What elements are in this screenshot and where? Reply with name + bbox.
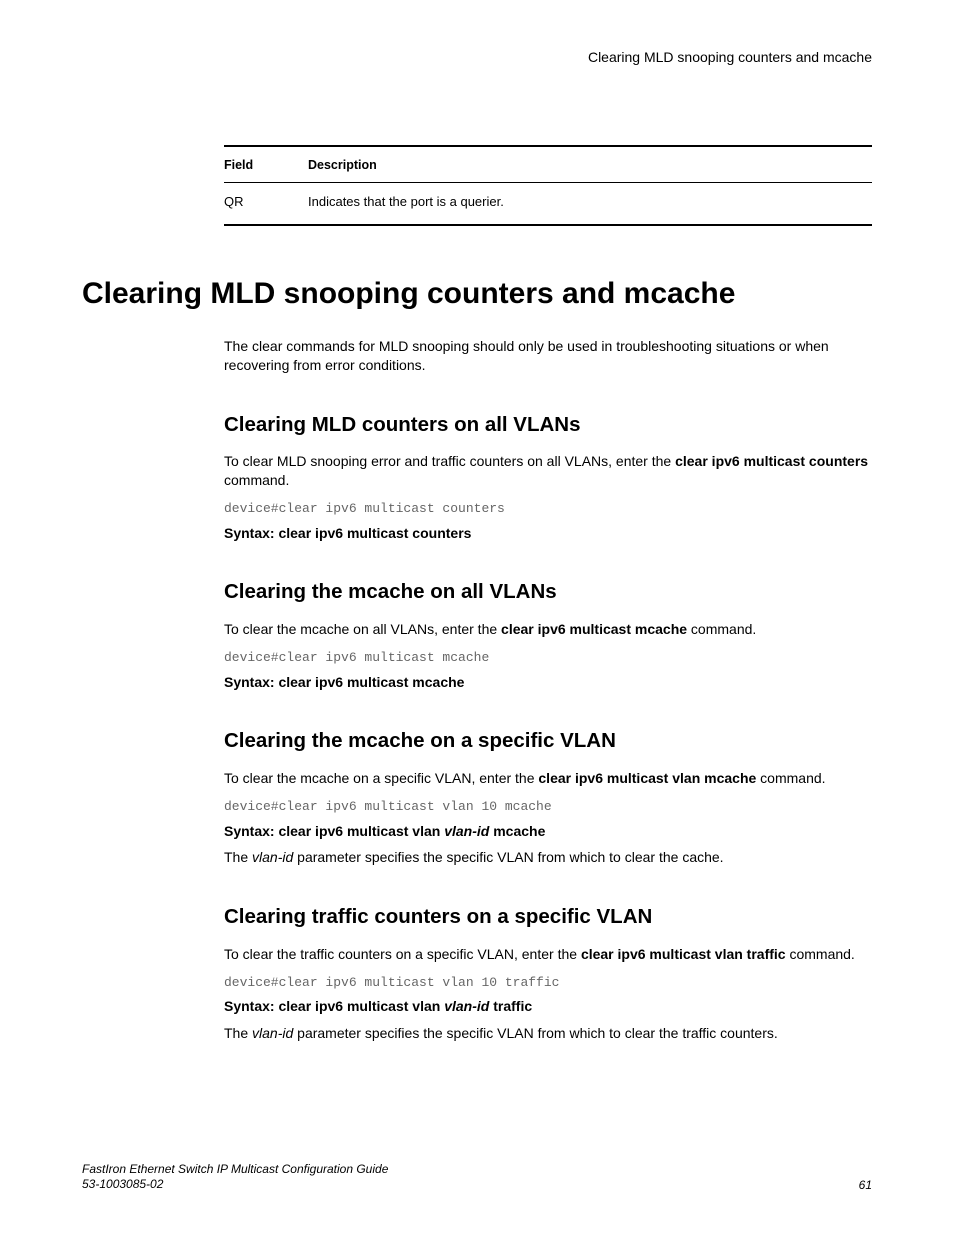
syntax-suffix: traffic (489, 998, 532, 1014)
text: To clear the mcache on a specific VLAN, … (224, 770, 538, 786)
th-field: Field (224, 157, 308, 174)
paragraph: The vlan-id parameter specifies the spec… (224, 848, 872, 867)
paragraph: To clear the mcache on all VLANs, enter … (224, 620, 872, 639)
text: parameter specifies the specific VLAN fr… (293, 1025, 778, 1041)
param-name: vlan-id (252, 1025, 293, 1041)
command-name: clear ipv6 multicast mcache (501, 621, 687, 637)
paragraph: The vlan-id parameter specifies the spec… (224, 1024, 872, 1043)
code-block: device#clear ipv6 multicast mcache (224, 649, 872, 667)
text: To clear the mcache on all VLANs, enter … (224, 621, 501, 637)
code-block: device#clear ipv6 multicast counters (224, 500, 872, 518)
section-title: Clearing the mcache on all VLANs (224, 578, 872, 606)
section-title: Clearing MLD counters on all VLANs (224, 411, 872, 439)
syntax-prefix: Syntax: clear ipv6 multicast vlan (224, 998, 444, 1014)
section-title: Clearing traffic counters on a specific … (224, 903, 872, 931)
text: parameter specifies the specific VLAN fr… (293, 849, 723, 865)
page-footer: FastIron Ethernet Switch IP Multicast Co… (82, 1162, 872, 1193)
syntax-line: Syntax: clear ipv6 multicast vlan vlan-i… (224, 997, 872, 1016)
text: The (224, 849, 252, 865)
text: command. (756, 770, 825, 786)
paragraph: To clear the mcache on a specific VLAN, … (224, 769, 872, 788)
text: To clear MLD snooping error and traffic … (224, 453, 675, 469)
running-header: Clearing MLD snooping counters and mcach… (82, 48, 872, 67)
text: command. (786, 946, 855, 962)
body: The clear commands for MLD snooping shou… (224, 337, 872, 1043)
command-name: clear ipv6 multicast counters (675, 453, 868, 469)
td-field: QR (224, 193, 308, 211)
page-title: Clearing MLD snooping counters and mcach… (82, 274, 872, 315)
th-description: Description (308, 157, 872, 174)
text: The (224, 1025, 252, 1041)
syntax-param: vlan-id (444, 823, 489, 839)
intro-paragraph: The clear commands for MLD snooping shou… (224, 337, 872, 375)
syntax-suffix: mcache (489, 823, 545, 839)
syntax-line: Syntax: clear ipv6 multicast vlan vlan-i… (224, 822, 872, 841)
syntax-line: Syntax: clear ipv6 multicast mcache (224, 673, 872, 692)
section-title: Clearing the mcache on a specific VLAN (224, 727, 872, 755)
page: Clearing MLD snooping counters and mcach… (0, 0, 954, 1235)
table-header-row: Field Description (224, 147, 872, 183)
text: command. (224, 472, 289, 488)
footer-left: FastIron Ethernet Switch IP Multicast Co… (82, 1162, 388, 1193)
paragraph: To clear MLD snooping error and traffic … (224, 452, 872, 490)
footer-doc-number: 53-1003085-02 (82, 1177, 388, 1193)
field-table: Field Description QR Indicates that the … (224, 145, 872, 226)
syntax-param: vlan-id (444, 998, 489, 1014)
paragraph: To clear the traffic counters on a speci… (224, 945, 872, 964)
code-block: device#clear ipv6 multicast vlan 10 mcac… (224, 798, 872, 816)
command-name: clear ipv6 multicast vlan traffic (581, 946, 786, 962)
footer-doc-title: FastIron Ethernet Switch IP Multicast Co… (82, 1162, 388, 1178)
param-name: vlan-id (252, 849, 293, 865)
syntax-line: Syntax: clear ipv6 multicast counters (224, 524, 872, 543)
command-name: clear ipv6 multicast vlan mcache (538, 770, 756, 786)
text: command. (687, 621, 756, 637)
table-row: QR Indicates that the port is a querier. (224, 183, 872, 225)
footer-page-number: 61 (859, 1177, 872, 1193)
td-description: Indicates that the port is a querier. (308, 193, 872, 211)
code-block: device#clear ipv6 multicast vlan 10 traf… (224, 974, 872, 992)
syntax-prefix: Syntax: clear ipv6 multicast vlan (224, 823, 444, 839)
text: To clear the traffic counters on a speci… (224, 946, 581, 962)
